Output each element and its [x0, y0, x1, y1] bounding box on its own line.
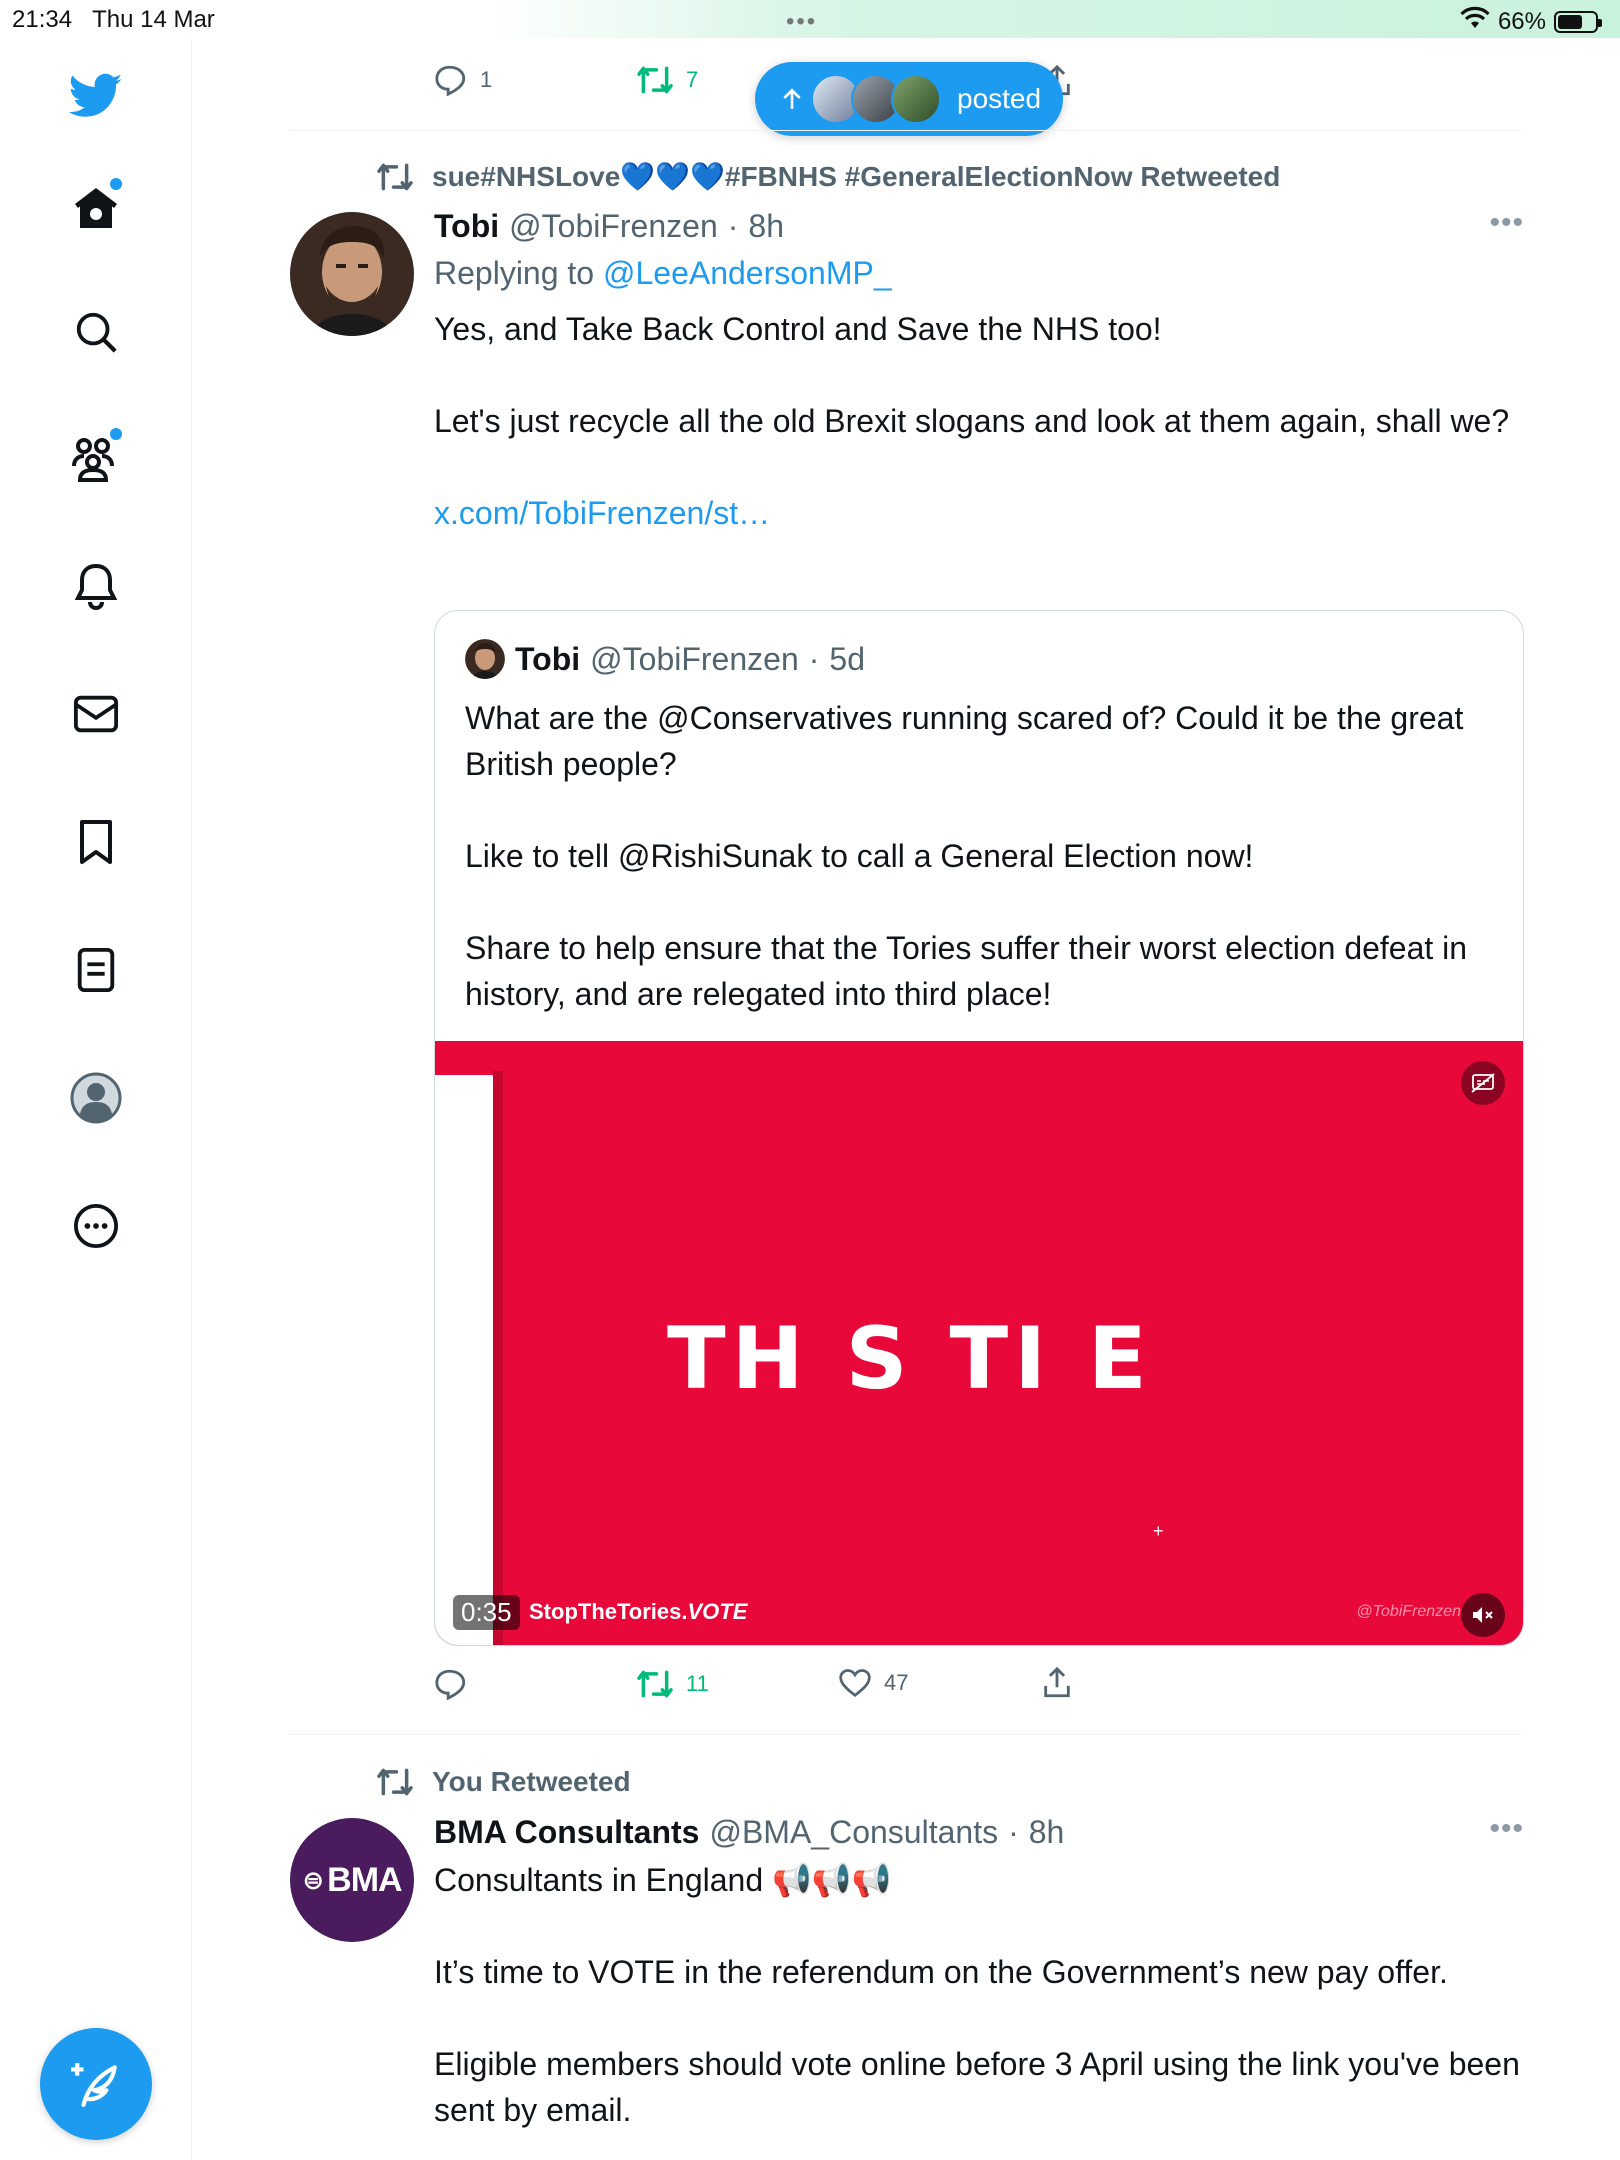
- quote-time: 5d: [829, 640, 865, 677]
- author-name[interactable]: Tobi: [434, 208, 499, 245]
- clock: 21:34: [12, 6, 73, 33]
- brand-suffix: VOTE: [687, 1599, 748, 1624]
- mute-toggle-icon[interactable]: [1461, 1593, 1505, 1637]
- separator: ·: [727, 208, 739, 244]
- heart-icon: [839, 1669, 871, 1697]
- social-context[interactable]: You Retweeted: [376, 1766, 631, 1798]
- lists-icon[interactable]: [66, 940, 126, 1000]
- feather-plus-icon: [71, 2063, 117, 2107]
- quote-header: Tobi @TobiFrenzen · 5d: [465, 639, 865, 679]
- tweet-body: Tobi @TobiFrenzen · 8h Replying to @LeeA…: [434, 208, 1524, 536]
- retweet-icon: [637, 1670, 673, 1698]
- tweet-header: Tobi @TobiFrenzen · 8h: [434, 208, 1524, 245]
- bookmarks-icon[interactable]: [66, 812, 126, 872]
- date: Thu 14 Mar: [92, 6, 215, 33]
- tweet-text: Consultants in England 📢📢📢 It’s time to …: [434, 1862, 1520, 2128]
- video-watermark: @TobiFrenzen: [1356, 1603, 1461, 1620]
- reply-icon: [435, 65, 466, 96]
- like-button[interactable]: 47: [838, 1668, 908, 1698]
- twitter-logo-icon[interactable]: [66, 66, 126, 126]
- compose-tweet-button[interactable]: [40, 2028, 152, 2140]
- battery-percent: 66%: [1497, 7, 1546, 35]
- battery-icon: [1554, 10, 1602, 33]
- social-context-text: You Retweeted: [432, 1766, 631, 1797]
- video-title-text: TH S TI E: [667, 1309, 1153, 1409]
- retweet-count: 7: [686, 67, 699, 92]
- brand-prefix: StopTheTories.: [529, 1599, 688, 1624]
- video-player[interactable]: TH S TI E + StopTheTories.VOTE @TobiFren…: [435, 1041, 1523, 1645]
- more-options-button[interactable]: •••: [1489, 1812, 1524, 1846]
- communities-notification-dot: [110, 428, 122, 440]
- retweet-count: 11: [686, 1671, 709, 1696]
- retweet-icon: [637, 66, 673, 94]
- retweeted-icon: [377, 1768, 413, 1796]
- quote-author-handle: @TobiFrenzen: [590, 640, 799, 677]
- avatar-text: BMA: [327, 1860, 402, 1899]
- timeline: 1 7 posted sue#NHSLove💙💙💙#FBNHS #General…: [192, 38, 1620, 2160]
- replying-to: Replying to @LeeAndersonMP_: [434, 255, 1524, 292]
- quoted-tweet[interactable]: Tobi @TobiFrenzen · 5d What are the @Con…: [434, 610, 1524, 1646]
- tweet-time[interactable]: 8h: [748, 208, 784, 245]
- tweet-time[interactable]: 8h: [1029, 1814, 1065, 1851]
- prev-reply-button[interactable]: 1: [434, 64, 492, 96]
- quote-author-name: Tobi: [515, 640, 581, 677]
- reply-button[interactable]: [434, 1668, 468, 1700]
- pill-avatar-3: [891, 74, 941, 124]
- replying-prefix: Replying to: [434, 255, 595, 291]
- tweet-text: Yes, and Take Back Control and Save the …: [434, 311, 1510, 439]
- search-icon[interactable]: [66, 302, 126, 362]
- status-right: 66%: [1460, 6, 1602, 37]
- divider: [290, 130, 1522, 131]
- share-icon: [1044, 1666, 1070, 1698]
- tweet-body: BMA Consultants @BMA_Consultants · 8h Co…: [434, 1814, 1524, 2133]
- video-frame-shade: [493, 1071, 503, 1645]
- captions-icon[interactable]: [1461, 1061, 1505, 1105]
- messages-envelope-icon[interactable]: [66, 684, 126, 744]
- retweeted-icon: [377, 163, 413, 190]
- social-context-text: sue#NHSLove💙💙💙#FBNHS #GeneralElectionNow…: [432, 161, 1281, 192]
- prev-retweet-button[interactable]: 7: [636, 64, 698, 96]
- notifications-bell-icon[interactable]: [66, 556, 126, 616]
- new-posts-pill[interactable]: posted: [755, 62, 1063, 136]
- retweet-button[interactable]: 11: [636, 1668, 709, 1700]
- home-icon[interactable]: [66, 178, 126, 238]
- separator: ·: [808, 640, 820, 677]
- profile-avatar-icon[interactable]: [66, 1068, 126, 1128]
- quote-text: What are the @Conservatives running scar…: [465, 700, 1468, 1012]
- video-brand: StopTheTories.VOTE: [529, 1599, 747, 1625]
- video-duration: 0:35: [453, 1595, 520, 1630]
- status-bar: 21:34 Thu 14 Mar ••• 66%: [0, 0, 1620, 38]
- tweet-header: BMA Consultants @BMA_Consultants · 8h: [434, 1814, 1524, 1851]
- more-options-button[interactable]: •••: [1489, 206, 1524, 240]
- video-frame-strip: [435, 1075, 499, 1645]
- author-handle[interactable]: @TobiFrenzen: [509, 208, 718, 245]
- like-count: 47: [884, 1670, 909, 1695]
- reply-icon: [435, 1669, 466, 1700]
- home-notification-dot: [110, 178, 122, 190]
- sidebar: [0, 38, 192, 2160]
- social-context[interactable]: sue#NHSLove💙💙💙#FBNHS #GeneralElectionNow…: [376, 160, 1280, 193]
- replying-to-link[interactable]: @LeeAndersonMP_: [603, 255, 892, 291]
- reply-count: 1: [480, 67, 493, 92]
- arrow-up-icon: [783, 88, 801, 109]
- wifi-icon: [1460, 6, 1490, 37]
- bma-logo-icon: ⊜: [302, 1864, 324, 1895]
- avatar[interactable]: [290, 212, 414, 336]
- pill-label: posted: [957, 83, 1042, 114]
- quote-avatar: [465, 639, 505, 679]
- author-name[interactable]: BMA Consultants: [434, 1814, 699, 1851]
- status-time: 21:34 Thu 14 Mar: [12, 6, 215, 34]
- separator: ·: [1008, 1814, 1019, 1850]
- share-button[interactable]: [1042, 1666, 1072, 1700]
- divider: [290, 1734, 1522, 1735]
- video-plus-mark: +: [1153, 1521, 1164, 1541]
- avatar[interactable]: ⊜ BMA: [290, 1818, 414, 1942]
- communities-icon[interactable]: [66, 428, 126, 488]
- more-options-icon[interactable]: [66, 1196, 126, 1256]
- tweet-link[interactable]: x.com/TobiFrenzen/st…: [434, 490, 1524, 536]
- multitask-dots[interactable]: •••: [786, 8, 817, 36]
- author-handle[interactable]: @BMA_Consultants: [709, 1814, 998, 1851]
